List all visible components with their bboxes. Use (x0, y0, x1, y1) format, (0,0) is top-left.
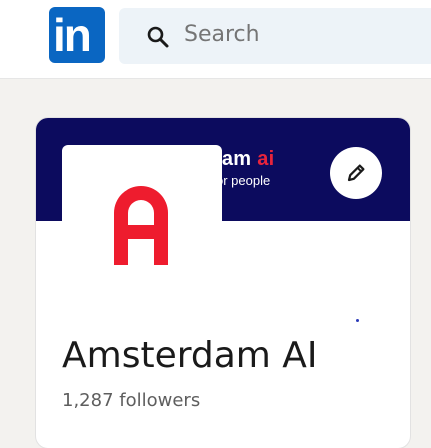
company-logo-box[interactable] (62, 145, 222, 305)
linkedin-logo[interactable]: in (49, 7, 105, 63)
banner-brand-accent: ai (257, 148, 275, 170)
follower-count: 1,287 followers (62, 390, 201, 411)
banner-tagline: or people (216, 173, 271, 188)
top-nav-bar: in (0, 0, 431, 79)
banner-brand-text: lam ai (216, 148, 275, 171)
search-input[interactable] (184, 22, 384, 47)
search-icon (147, 26, 169, 48)
search-box[interactable] (119, 8, 431, 64)
pencil-icon (347, 164, 365, 182)
edit-cover-button[interactable] (330, 147, 382, 199)
amsterdam-ai-logo (114, 186, 168, 265)
decorative-dot (356, 319, 359, 322)
company-name: Amsterdam AI (62, 335, 318, 376)
company-card: lam ai or people Amsterdam AI 1,287 foll… (36, 118, 410, 448)
linkedin-logo-text: in (53, 9, 92, 61)
